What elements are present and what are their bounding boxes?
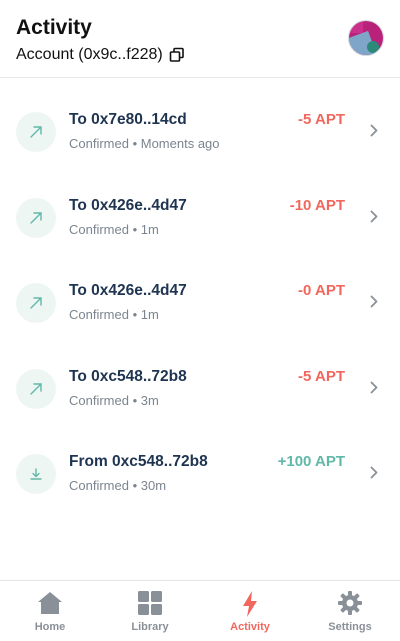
transaction-meta: Confirmed • 1m [69, 307, 159, 322]
transaction-list: To 0x7e80..14cd Confirmed • Moments ago … [0, 79, 400, 516]
transaction-status: Confirmed [69, 307, 129, 322]
transaction-row[interactable]: To 0xc548..72b8 Confirmed • 3m -5 APT [0, 345, 400, 431]
transaction-time: 1m [140, 307, 159, 322]
transaction-meta: Confirmed • 1m [69, 221, 159, 237]
tab-home[interactable]: Home [0, 581, 100, 641]
page-title: Activity [16, 16, 92, 39]
lightning-icon [241, 591, 259, 622]
gear-icon [338, 591, 362, 620]
transaction-time: 30m [140, 478, 167, 493]
tab-bar: Home Library Activity Settings [0, 580, 400, 641]
tab-label: Activity [230, 621, 270, 633]
transaction-title: To 0x7e80..14cd [69, 111, 187, 128]
chevron-right-icon [370, 210, 378, 228]
transaction-row[interactable]: To 0x426e..4d47 Confirmed • 1m -10 APT [0, 174, 400, 260]
transaction-amount: -10 APT [289, 196, 345, 214]
transaction-time: 1m [140, 221, 159, 237]
transaction-title: To 0x426e..4d47 [69, 196, 187, 214]
transaction-meta: Confirmed • Moments ago [69, 136, 220, 151]
transaction-title: From 0xc548..72b8 [69, 453, 208, 470]
transaction-row[interactable]: To 0x7e80..14cd Confirmed • Moments ago … [0, 88, 400, 174]
chevron-right-icon [370, 124, 378, 142]
grid-icon [138, 591, 162, 620]
transaction-status: Confirmed [69, 478, 129, 493]
chevron-right-icon [370, 466, 378, 484]
chevron-right-icon [370, 381, 378, 399]
tab-activity[interactable]: Activity [200, 581, 300, 641]
chevron-right-icon [370, 295, 378, 313]
header: Activity Account (0x9c..f228) [0, 0, 400, 78]
tab-library[interactable]: Library [100, 581, 200, 641]
arrow-up-right-icon [16, 368, 56, 409]
arrow-up-right-icon [16, 283, 56, 323]
transaction-status: Confirmed [69, 392, 129, 408]
transaction-amount: -5 APT [298, 367, 345, 385]
tab-label: Library [131, 621, 169, 633]
tab-settings[interactable]: Settings [300, 581, 400, 641]
tab-label: Settings [328, 621, 372, 633]
account-label: Account (0x9c..f228) [16, 46, 163, 63]
transaction-row[interactable]: From 0xc548..72b8 Confirmed • 30m +100 A… [0, 430, 400, 516]
transaction-time: Moments ago [140, 136, 220, 151]
arrow-up-right-icon [16, 112, 56, 152]
transaction-status: Confirmed [69, 221, 129, 237]
transaction-title: To 0x426e..4d47 [69, 282, 187, 299]
transaction-status: Confirmed [69, 136, 129, 151]
tab-label: Home [34, 621, 66, 633]
transaction-amount: -0 APT [298, 282, 345, 299]
download-icon [16, 454, 56, 494]
transaction-meta: Confirmed • 30m [69, 478, 167, 493]
copy-icon[interactable] [169, 47, 185, 63]
transaction-row[interactable]: To 0x426e..4d47 Confirmed • 1m -0 APT [0, 259, 400, 345]
home-icon [37, 591, 63, 620]
transaction-amount: +100 APT [277, 453, 345, 470]
transaction-amount: -5 APT [298, 111, 345, 128]
avatar[interactable] [348, 20, 384, 56]
transaction-meta: Confirmed • 3m [69, 392, 159, 408]
transaction-title: To 0xc548..72b8 [69, 367, 187, 385]
arrow-up-right-icon [16, 197, 56, 238]
account-row: Account (0x9c..f228) [16, 46, 185, 64]
transaction-time: 3m [140, 392, 159, 408]
